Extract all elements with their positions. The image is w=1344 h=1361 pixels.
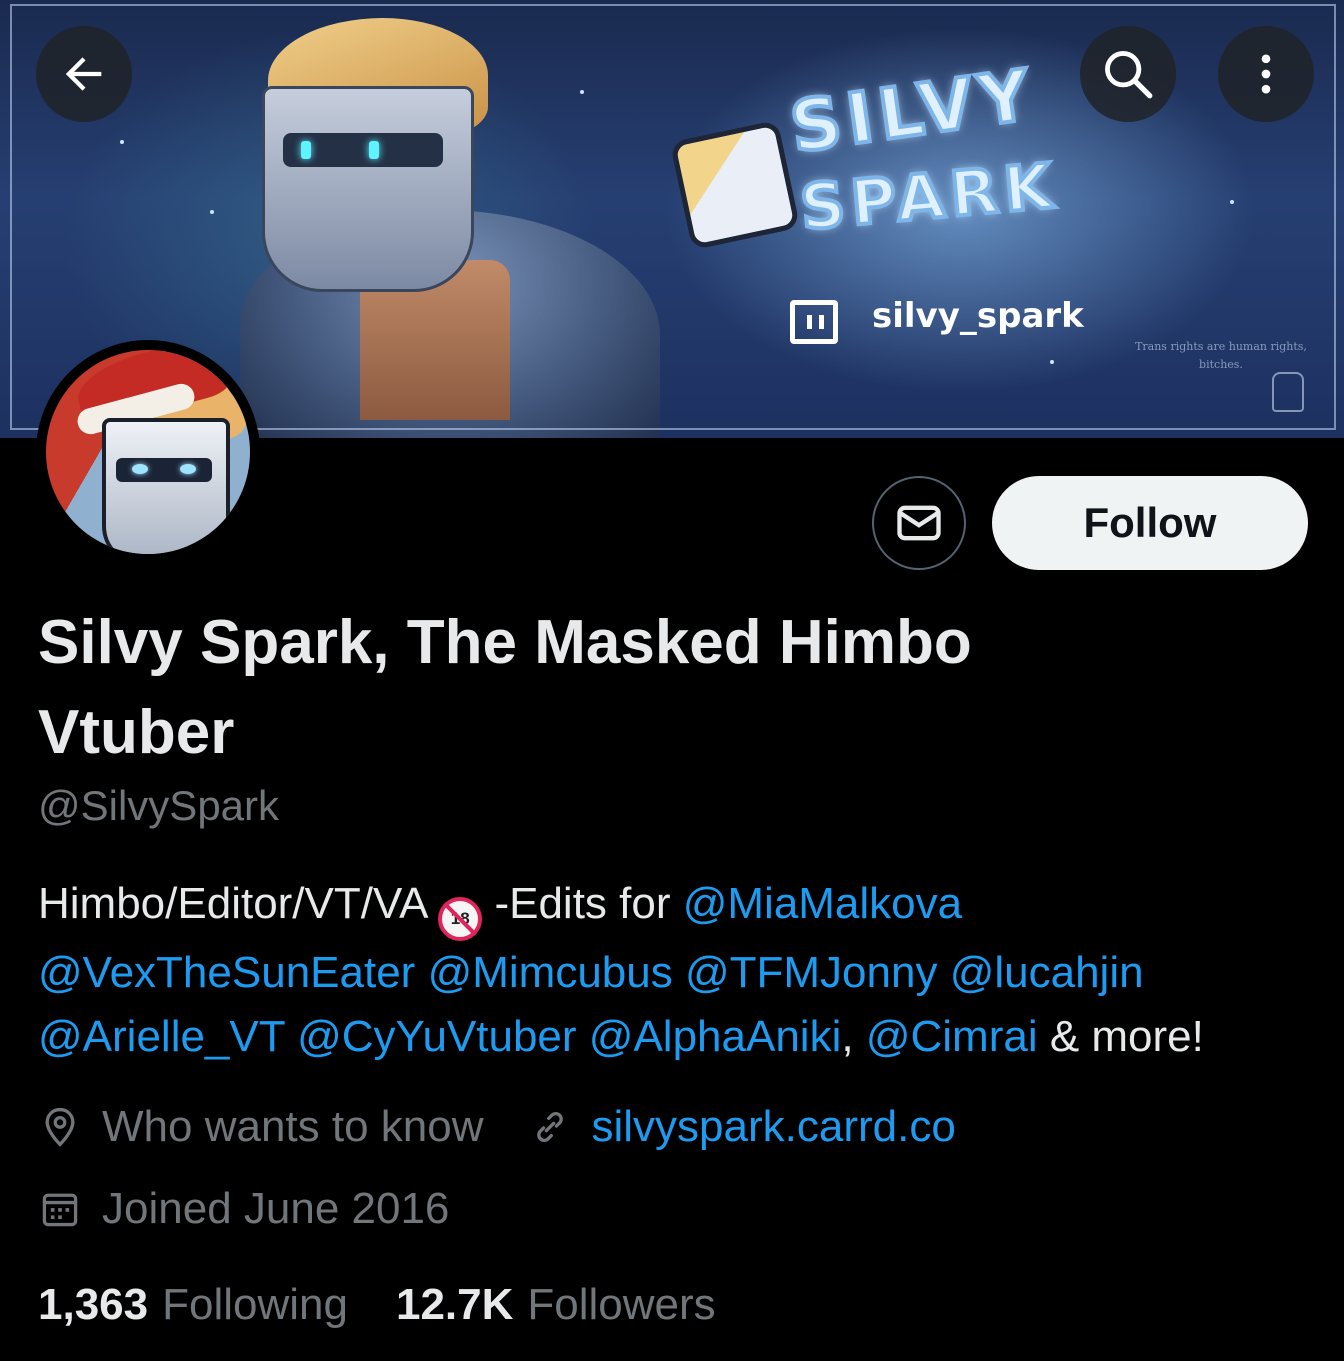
mention-link[interactable]: @MiaMalkova [683,879,962,928]
bio-text: -Edits for [482,879,683,928]
mention-link[interactable]: @TFMJonny [685,948,937,997]
following-label: Following [162,1280,348,1329]
profile-meta-row: Who wants to know silvyspark.carrd.co [38,1102,956,1152]
calendar-icon [38,1187,82,1231]
profile-joined-row: Joined June 2016 [38,1184,449,1234]
avatar[interactable] [36,340,260,564]
bio-text: Himbo/Editor/VT/VA [38,879,439,928]
joined-date: Joined June 2016 [102,1184,450,1233]
mention-link[interactable]: @Mimcubus [428,948,673,997]
followers-label: Followers [527,1280,716,1329]
more-button[interactable] [1218,26,1314,122]
bio-text: , [841,1012,854,1061]
display-name: Silvy Spark, The Masked Himbo Vtuber [38,608,972,767]
user-handle: @SilvySpark [38,782,280,829]
search-icon [1105,51,1153,99]
profile-bio: Himbo/Editor/VT/VA 18 -Edits for @MiaMal… [38,872,1318,1069]
link-icon [528,1105,572,1149]
message-button[interactable] [872,476,966,570]
followers-link[interactable]: 12.7K Followers [396,1280,716,1330]
avatar-image [46,350,250,554]
mention-link[interactable]: @lucahjin [950,948,1144,997]
follow-stats: 1,363 Following 12.7K Followers [38,1280,716,1330]
website-link[interactable]: silvyspark.carrd.co [592,1102,956,1152]
bio-text: & more! [1037,1012,1204,1061]
search-button[interactable] [1080,26,1176,122]
follow-button[interactable]: Follow [992,476,1308,570]
mention-link[interactable]: @Arielle_VT [38,1012,285,1061]
arrow-left-icon [65,57,102,91]
location-text: Who wants to know [102,1102,484,1151]
more-vertical-icon [1261,54,1271,94]
following-link[interactable]: 1,363 Following [38,1280,348,1330]
back-button[interactable] [36,26,132,122]
under-18-icon: 18 [438,897,483,941]
location-pin-icon [38,1105,82,1149]
mail-icon [897,505,941,541]
following-count: 1,363 [38,1280,149,1329]
mention-link[interactable]: @Cimrai [866,1012,1038,1061]
mention-link[interactable]: @AlphaAniki [589,1012,842,1061]
mention-link[interactable]: @VexTheSunEater [38,948,415,997]
mention-link[interactable]: @CyYuVtuber [297,1012,576,1061]
followers-count: 12.7K [395,1280,514,1329]
